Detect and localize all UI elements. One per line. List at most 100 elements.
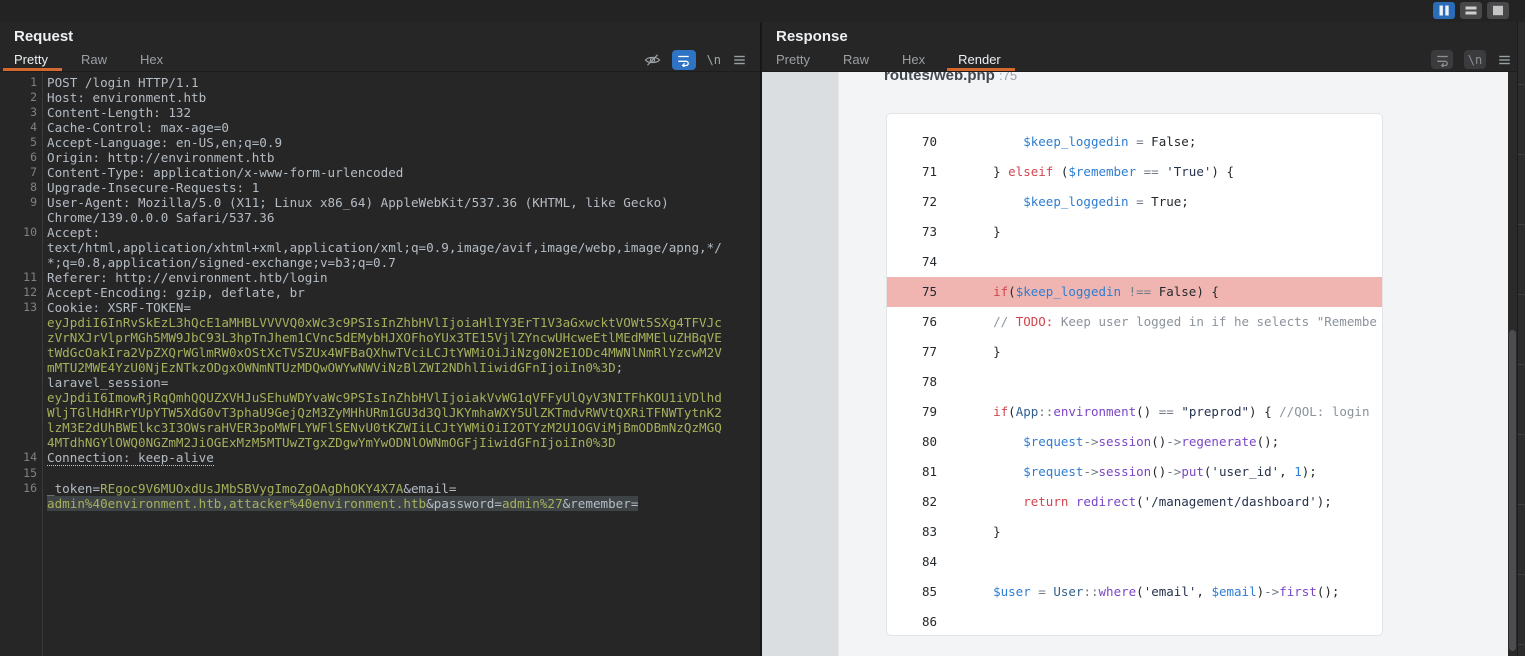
word-wrap-toggle[interactable] [672,50,696,70]
request-line[interactable]: 14Connection: keep-alive [0,450,760,466]
request-line[interactable]: text/html,application/xhtml+xml,applicat… [0,240,760,255]
line-text: Upgrade-Insecure-Requests: 1 [47,180,259,195]
word-wrap-icon [676,53,691,67]
code-line-text [963,247,971,277]
code-line-text: $keep_loggedin = False; [963,127,1196,157]
request-line[interactable]: 5Accept-Language: en-US,en;q=0.9 [0,135,760,150]
code-line-number: 83 [887,517,937,547]
request-line[interactable]: 4Cache-Control: max-age=0 [0,120,760,135]
line-number: 14 [0,450,37,466]
request-line[interactable]: 7Content-Type: application/x-www-form-ur… [0,165,760,180]
request-line[interactable]: 15 [0,466,760,481]
request-line[interactable]: laravel_session= [0,375,760,390]
tab-render[interactable]: Render [958,48,1001,71]
line-number: 15 [0,466,37,481]
request-line[interactable]: WljTGlHdHRrYUpYTW5XdG0vT3phaU9GejQzM3ZyM… [0,405,760,420]
tab-raw[interactable]: Raw [843,48,869,71]
code-line: 72 $keep_loggedin = True; [887,187,1382,217]
render-scrollbar-track[interactable] [1508,72,1517,656]
code-line-text: $keep_loggedin = True; [963,187,1189,217]
code-snippet-card: 70 $keep_loggedin = False;71 } elseif ($… [886,113,1383,636]
request-line[interactable]: 9User-Agent: Mozilla/5.0 (X11; Linux x86… [0,195,760,210]
line-number: 10 [0,225,37,240]
code-line-text [963,547,971,577]
code-line-text: } [963,517,1001,547]
line-text: laravel_session= [47,375,168,390]
layout-single-button[interactable] [1487,2,1509,19]
line-number [0,345,37,360]
code-line-number: 84 [887,547,937,577]
show-newlines-toggle[interactable]: \n [1464,50,1486,69]
request-line[interactable]: Chrome/139.0.0.0 Safari/537.36 [0,210,760,225]
columns-layout-icon [1436,4,1452,17]
menu-icon[interactable] [732,53,747,67]
code-line-text: } [963,217,1001,247]
menu-icon[interactable] [1497,53,1512,67]
show-newlines-toggle[interactable]: \n [707,53,721,67]
request-line[interactable]: 3Content-Length: 132 [0,105,760,120]
code-line-number: 72 [887,187,937,217]
request-line[interactable]: lzM3E2dUhBWElkc3I3OWsraHVER3poMWFLYWFlSE… [0,420,760,435]
code-line: 71 } elseif ($remember == 'True') { [887,157,1382,187]
line-text: Accept: [47,225,100,240]
request-line[interactable]: 10 Accept: [0,225,760,240]
code-line-number: 75 [887,277,937,307]
layout-rows-button[interactable] [1460,2,1482,19]
line-text: Accept-Encoding: gzip, deflate, br [47,285,305,300]
request-line[interactable]: 13Cookie: XSRF-TOKEN= [0,300,760,315]
line-text: Referer: http://environment.htb/login [47,270,328,285]
line-number [0,390,37,405]
tab-hex[interactable]: Hex [140,48,163,71]
line-text: User-Agent: Mozilla/5.0 (X11; Linux x86_… [47,195,669,210]
response-panel-title: Response [762,22,1525,48]
line-text [47,466,55,481]
line-text: POST /login HTTP/1.1 [47,75,199,90]
eye-off-icon[interactable] [644,52,661,68]
request-line[interactable]: 1 POST /login HTTP/1.1 [0,75,760,90]
layout-columns-button[interactable] [1433,2,1455,19]
line-number: 13 [0,300,37,315]
code-line-highlighted: 75 if($keep_loggedin !== False) { [887,277,1382,307]
line-text: lzM3E2dUhBWElkc3I3OWsraHVER3poMWFLYWFlSE… [47,420,722,435]
request-line[interactable]: 2Host: environment.htb [0,90,760,105]
code-line: 81 $request->session()->put('user_id', 1… [887,457,1382,487]
request-editor[interactable]: 1 POST /login HTTP/1.12Host: environment.… [0,72,760,656]
request-line[interactable]: 11 Referer: http://environment.htb/login [0,270,760,285]
code-line-number: 70 [887,127,937,157]
tab-pretty[interactable]: Pretty [14,48,48,71]
request-line[interactable]: admin%40environment.htb,attacker%40envir… [0,496,760,511]
request-line[interactable]: mMTU2MWE4YzU0NjEzNTkzODgxOWNmNTUzMDQwOWY… [0,360,760,375]
request-line[interactable]: eyJpdiI6ImowRjRqQmhQQUZXVHJuSEhuWDYvaWc9… [0,390,760,405]
code-line: 82 return redirect('/management/dashboar… [887,487,1382,517]
file-path-heading: routes/web.php :75 [884,72,1017,84]
request-panel: Request Pretty Raw Hex \n [0,22,760,656]
tab-raw[interactable]: Raw [81,48,107,71]
request-line[interactable]: 8Upgrade-Insecure-Requests: 1 [0,180,760,195]
request-line[interactable]: 16_token=REgoc9V6MUOxdUsJMbSBVygImoZgOAg… [0,481,760,496]
request-line[interactable]: 4MTdhNGYlOWQ0NGZmM2JiOGExMzM5MTUwZTgxZDg… [0,435,760,450]
code-line-number: 73 [887,217,937,247]
tab-hex[interactable]: Hex [902,48,925,71]
request-line[interactable]: tWdGcOakIra2VpZXQrWGlmRW0xOStXcTVSZUx4WF… [0,345,760,360]
line-number: 11 [0,270,37,285]
code-line-text: } [963,337,1001,367]
line-number: 16 [0,481,37,496]
request-line[interactable]: zVrNXJrVlprMGh5MW9JbC93L3hpTnJhem1CVnc5d… [0,330,760,345]
request-panel-title: Request [0,22,760,48]
line-number: 1 [0,75,37,90]
file-line-ref: :75 [999,72,1017,83]
request-line[interactable]: 6Origin: http://environment.htb [0,150,760,165]
request-line[interactable]: 12Accept-Encoding: gzip, deflate, br [0,285,760,300]
line-number: 7 [0,165,37,180]
code-line-number: 82 [887,487,937,517]
line-text: zVrNXJrVlprMGh5MW9JbC93L3hpTnJhem1CVnc5d… [47,330,722,345]
request-line[interactable]: eyJpdiI6InRvSkEzL3hQcE1aMHBLVVVVQ0xWc3c9… [0,315,760,330]
code-line: 77 } [887,337,1382,367]
tab-pretty[interactable]: Pretty [776,48,810,71]
request-line[interactable]: *;q=0.8,application/signed-exchange;v=b3… [0,255,760,270]
request-tab-bar: Pretty Raw Hex \n [0,48,760,72]
render-scrollbar-thumb[interactable] [1509,330,1516,651]
word-wrap-toggle[interactable] [1431,50,1453,69]
code-line-number: 78 [887,367,937,397]
line-text: Origin: http://environment.htb [47,150,274,165]
